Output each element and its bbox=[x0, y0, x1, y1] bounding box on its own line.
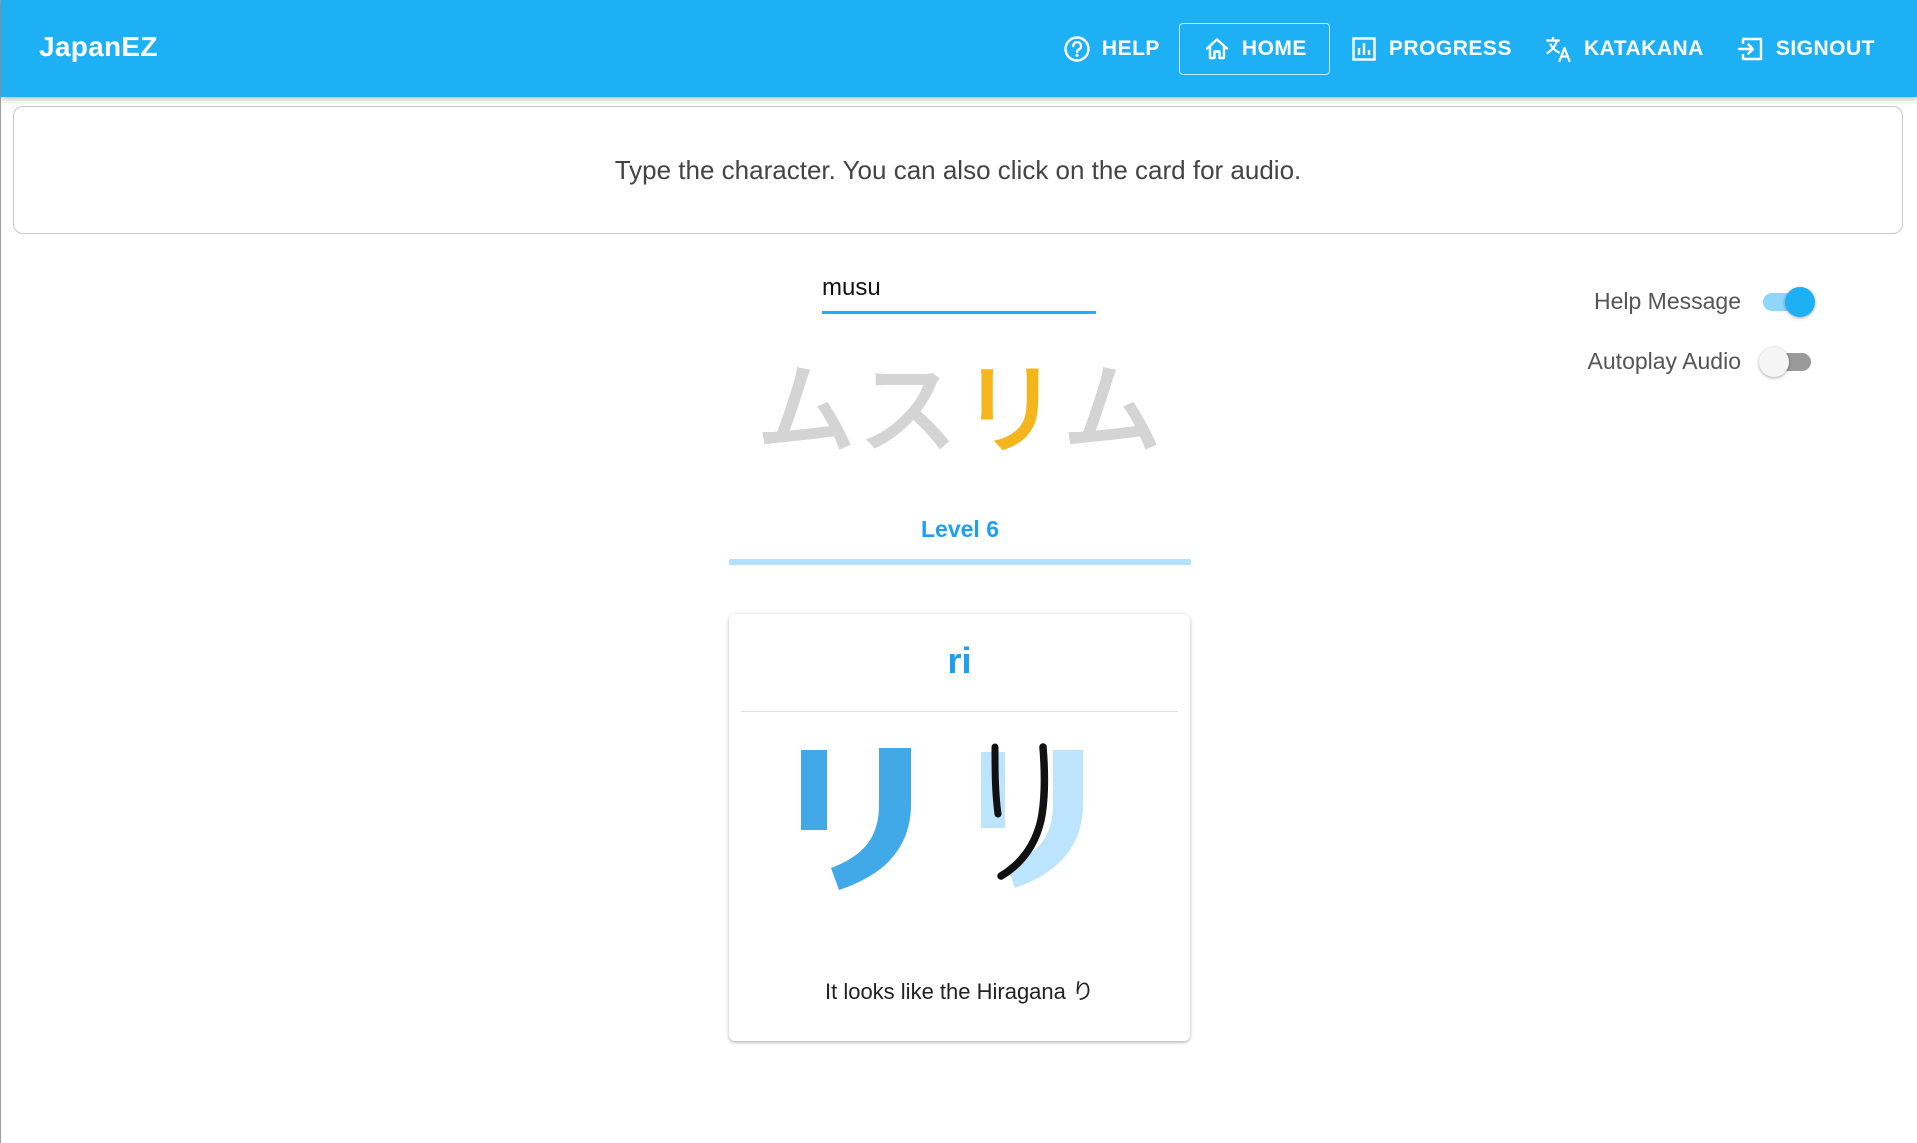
autoplay-audio-label: Autoplay Audio bbox=[1587, 347, 1741, 374]
autoplay-audio-toggle-thumb bbox=[1759, 347, 1789, 377]
autoplay-audio-toggle[interactable] bbox=[1759, 346, 1813, 377]
instruction-panel: Type the character. You can also click o… bbox=[13, 106, 1903, 234]
sign-out-icon bbox=[1737, 37, 1763, 61]
app-brand[interactable]: JapanEZ bbox=[39, 31, 158, 63]
nav-help-button[interactable]: HELP bbox=[1049, 23, 1173, 75]
help-message-label: Help Message bbox=[1593, 287, 1741, 314]
word-char: ム bbox=[756, 355, 855, 465]
ri-stroke-order-image bbox=[981, 743, 1083, 888]
level-progress-bar bbox=[729, 559, 1191, 565]
word-char: ム bbox=[1063, 355, 1162, 465]
instruction-text: Type the character. You can also click o… bbox=[614, 154, 1302, 185]
help-message-setting: Help Message bbox=[1593, 286, 1815, 317]
nav-katakana-label: KATAKANA bbox=[1583, 37, 1704, 60]
nav-progress-label: PROGRESS bbox=[1388, 37, 1512, 60]
help-message-toggle[interactable] bbox=[1759, 286, 1815, 317]
autoplay-audio-setting: Autoplay Audio bbox=[1587, 346, 1813, 377]
help-circle-icon bbox=[1064, 36, 1090, 62]
home-icon bbox=[1205, 38, 1229, 60]
nav-katakana-button[interactable]: KATAKANA bbox=[1531, 23, 1717, 75]
nav-signout-label: SIGNOUT bbox=[1775, 37, 1875, 60]
nav-progress-button[interactable]: PROGRESS bbox=[1336, 23, 1525, 75]
translate-icon bbox=[1545, 36, 1571, 63]
word-char-current: リ bbox=[961, 355, 1060, 465]
answer-field bbox=[822, 270, 1096, 314]
nav-help-label: HELP bbox=[1101, 37, 1160, 60]
ri-glyph-image: リ bbox=[801, 748, 911, 890]
card-romaji: ri bbox=[947, 640, 972, 681]
character-card[interactable]: ri リ It looks like the Hiragana り bbox=[729, 614, 1190, 1041]
app-bar: JapanEZ HELP HOME PROGRESS KATAKANA SIGN… bbox=[1, 0, 1917, 97]
nav-home-button[interactable]: HOME bbox=[1178, 23, 1330, 75]
level-label: Level 6 bbox=[921, 516, 999, 542]
answer-input[interactable] bbox=[822, 270, 1096, 314]
top-nav: HELP HOME PROGRESS KATAKANA SIGNOUT bbox=[1049, 22, 1888, 76]
word-char: ス bbox=[858, 355, 957, 465]
card-divider bbox=[741, 711, 1178, 712]
help-message-toggle-thumb bbox=[1785, 287, 1815, 317]
nav-signout-button[interactable]: SIGNOUT bbox=[1723, 23, 1888, 75]
target-word: ム ス リ ム bbox=[757, 355, 1161, 465]
card-hint: It looks like the Hiragana り bbox=[824, 979, 1095, 1004]
nav-home-label: HOME bbox=[1241, 37, 1307, 60]
bar-chart-icon bbox=[1352, 37, 1376, 61]
